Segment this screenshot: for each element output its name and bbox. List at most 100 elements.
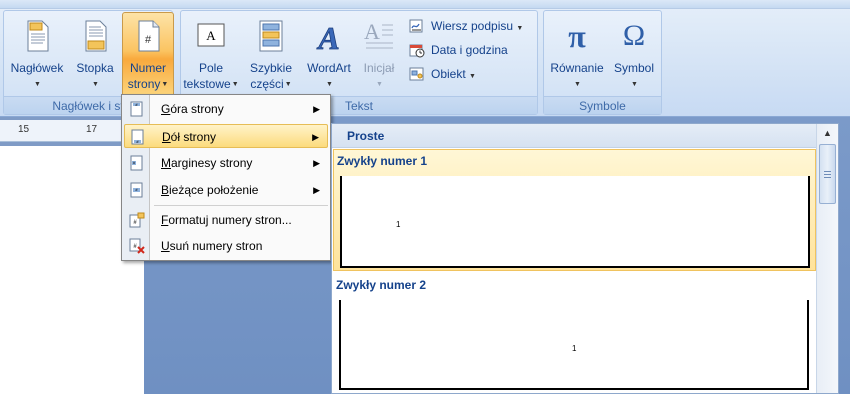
chevron-down-icon: ▼ bbox=[231, 80, 239, 88]
page-number-menu: # Góra strony ▶ # Dół strony ▶ # Margine… bbox=[121, 94, 331, 261]
chevron-down-icon: ▼ bbox=[326, 80, 333, 88]
page-number-preview: 1 bbox=[572, 344, 577, 353]
signature-line-button[interactable]: Wiersz podpisu ▼ bbox=[409, 16, 537, 36]
menu-item-mnemonic: B bbox=[161, 183, 170, 197]
scrollbar-thumb[interactable] bbox=[819, 144, 836, 204]
date-time-button[interactable]: Data i godzina bbox=[409, 40, 537, 60]
footer-button-label: Stopka bbox=[76, 61, 114, 75]
page-number-icon: # bbox=[138, 20, 160, 52]
menu-item-label: óra strony bbox=[170, 102, 224, 116]
submenu-arrow-icon: ▶ bbox=[313, 104, 320, 114]
signature-line-label: Wiersz podpisu bbox=[431, 19, 514, 33]
quick-parts-icon bbox=[259, 20, 283, 52]
page-bottom-icon: # bbox=[131, 129, 144, 145]
drop-cap-button[interactable]: A Inicjał ▼ bbox=[357, 13, 401, 97]
gallery-item-title: Zwykły numer 2 bbox=[336, 278, 427, 292]
gallery-item-plain-number-2[interactable]: Zwykły numer 2 1 bbox=[333, 274, 816, 394]
menu-item-label: suń numery stron bbox=[169, 239, 263, 253]
page-top-icon: # bbox=[130, 101, 143, 117]
chevron-down-icon: ▼ bbox=[469, 73, 476, 80]
symbol-label: Symbol bbox=[613, 61, 654, 75]
footer-button[interactable]: Stopka ▼ bbox=[70, 13, 120, 97]
svg-text:A: A bbox=[364, 19, 380, 44]
chevron-down-icon: ▼ bbox=[574, 80, 581, 88]
object-button[interactable]: Obiekt ▼ bbox=[409, 64, 537, 84]
format-page-numbers-icon: # bbox=[129, 212, 145, 228]
chevron-down-icon: ▼ bbox=[284, 80, 292, 88]
menu-item-top-of-page[interactable]: # Góra strony ▶ bbox=[124, 97, 328, 121]
title-strip bbox=[0, 0, 850, 9]
menu-item-label: ół strony bbox=[170, 130, 217, 144]
date-time-label: Data i godzina bbox=[431, 43, 508, 57]
gallery-section-header: Proste bbox=[332, 124, 816, 148]
date-time-icon bbox=[409, 44, 425, 58]
menu-separator bbox=[154, 205, 328, 206]
menu-item-mnemonic: U bbox=[161, 239, 170, 253]
equation-label: Równanie bbox=[550, 61, 604, 75]
menu-item-bottom-of-page[interactable]: # Dół strony ▶ bbox=[124, 124, 328, 148]
gallery-item-title: Zwykły numer 1 bbox=[337, 154, 428, 168]
chevron-down-icon: ▼ bbox=[92, 80, 99, 88]
thumb-grip bbox=[824, 177, 831, 178]
text-box-label-line2: tekstowe bbox=[183, 77, 231, 91]
page-number-preview: 1 bbox=[396, 220, 401, 229]
submenu-arrow-icon: ▶ bbox=[312, 132, 319, 142]
chevron-down-icon: ▼ bbox=[34, 80, 41, 88]
header-button-label: Nagłówek bbox=[10, 61, 64, 75]
thumb-grip bbox=[824, 174, 831, 175]
footer-icon bbox=[85, 20, 107, 52]
page-margins-icon: # bbox=[130, 155, 143, 171]
wordart-label: WordArt bbox=[307, 61, 351, 75]
drop-cap-label: Inicjał bbox=[363, 61, 395, 75]
menu-item-mnemonic: M bbox=[161, 156, 171, 170]
omega-icon: Ω bbox=[622, 19, 646, 52]
quick-parts-label-line1: Szybkie bbox=[249, 61, 293, 75]
gallery-item-preview: 1 bbox=[339, 300, 809, 390]
signature-line-icon bbox=[409, 19, 423, 33]
menu-item-page-margins[interactable]: # Marginesy strony ▶ bbox=[124, 151, 328, 175]
quick-parts-button[interactable]: Szybkie części▼ bbox=[243, 13, 299, 97]
remove-page-numbers-icon: # bbox=[129, 238, 145, 254]
symbols-group-label: Symbole bbox=[544, 96, 661, 114]
symbol-button[interactable]: Ω Symbol ▼ bbox=[608, 13, 660, 97]
chevron-down-icon: ▼ bbox=[631, 80, 638, 88]
thumb-grip bbox=[824, 171, 831, 172]
header-button[interactable]: Nagłówek ▼ bbox=[7, 13, 67, 97]
svg-text:A: A bbox=[206, 28, 216, 43]
menu-item-remove-page-numbers[interactable]: # Usuń numery stron bbox=[124, 234, 328, 258]
drop-cap-icon: A bbox=[364, 19, 393, 49]
chevron-down-icon: ▼ bbox=[161, 80, 169, 88]
submenu-arrow-icon: ▶ bbox=[313, 158, 320, 168]
current-position-icon: # bbox=[130, 182, 143, 198]
gallery-item-preview: 1 bbox=[340, 176, 810, 268]
text-box-button[interactable]: A Pole tekstowe▼ bbox=[183, 13, 239, 97]
scroll-up-arrow-icon[interactable]: ▲ bbox=[820, 126, 835, 140]
symbols-group: π Równanie ▼ Ω Symbol ▼ Symbole bbox=[543, 10, 662, 115]
quick-parts-label-line2: części bbox=[250, 77, 284, 91]
menu-item-mnemonic: D bbox=[162, 130, 171, 144]
chevron-down-icon: ▼ bbox=[376, 80, 383, 88]
svg-text:A: A bbox=[316, 20, 339, 53]
menu-item-mnemonic: G bbox=[161, 102, 171, 116]
wordart-button[interactable]: A WordArt ▼ bbox=[301, 13, 357, 97]
bottom-of-page-gallery: Proste Zwykły numer 1 1 Zwykły numer 2 1… bbox=[331, 123, 839, 394]
ruler-tick: 17 bbox=[86, 124, 98, 135]
gallery-scrollbar[interactable]: ▲ bbox=[816, 124, 838, 393]
menu-item-label: arginesy strony bbox=[171, 156, 253, 170]
submenu-arrow-icon: ▶ bbox=[313, 185, 320, 195]
svg-text:#: # bbox=[145, 34, 152, 46]
pi-icon: π bbox=[568, 18, 586, 54]
menu-item-label: ormatuj numery stron... bbox=[168, 213, 292, 227]
menu-item-current-position[interactable]: # Bieżące położenie ▶ bbox=[124, 178, 328, 202]
equation-button[interactable]: π Równanie ▼ bbox=[546, 13, 608, 97]
page-number-button[interactable]: # Numer strony▼ bbox=[122, 12, 174, 98]
menu-item-format-page-numbers[interactable]: # Formatuj numery stron... bbox=[124, 208, 328, 232]
menu-item-label: ieżące położenie bbox=[169, 183, 259, 197]
text-box-label-line1: Pole bbox=[198, 61, 224, 75]
wordart-icon: A bbox=[316, 20, 340, 53]
page-number-label-line2: strony bbox=[127, 77, 161, 91]
gallery-item-plain-number-1[interactable]: Zwykły numer 1 1 bbox=[333, 149, 816, 271]
ruler-tick: 15 bbox=[18, 124, 30, 135]
object-icon bbox=[409, 67, 424, 81]
chevron-down-icon: ▼ bbox=[516, 25, 524, 32]
